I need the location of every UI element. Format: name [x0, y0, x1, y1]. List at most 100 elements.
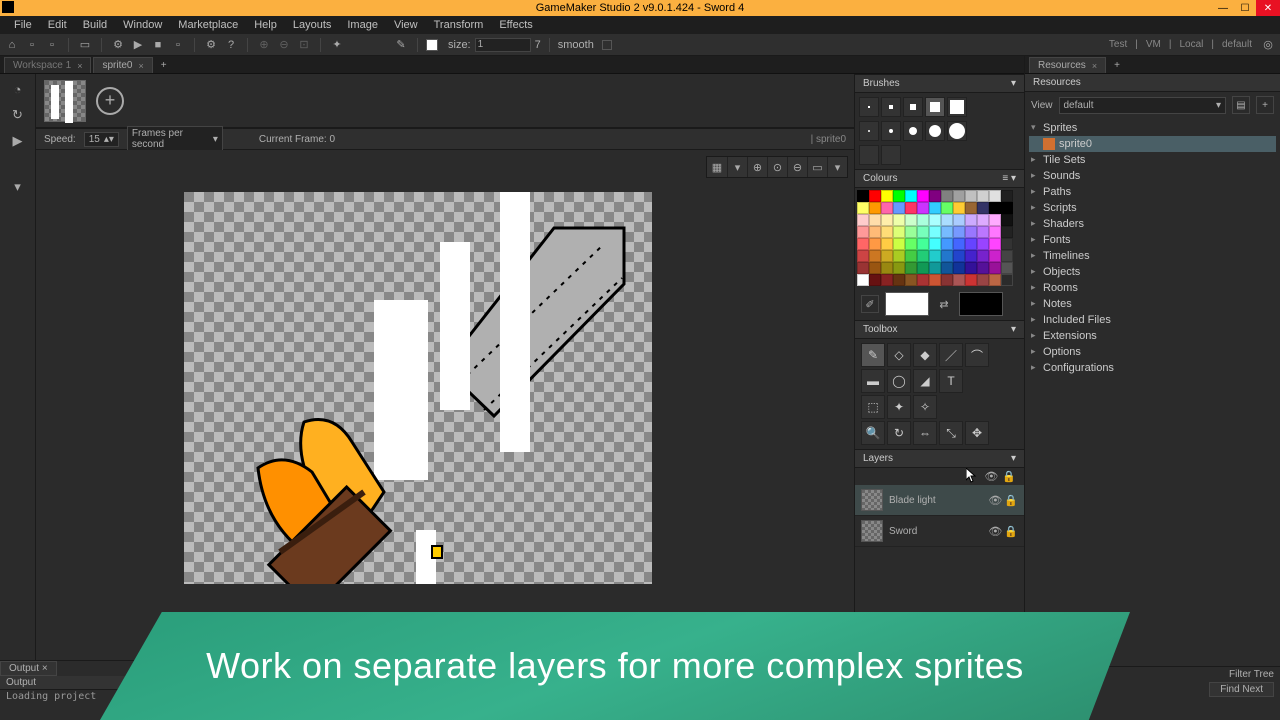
colour-swatch[interactable]: [941, 190, 953, 202]
colour-swatch[interactable]: [857, 274, 869, 286]
layers-header[interactable]: Layers▾: [855, 449, 1024, 468]
colour-swatch[interactable]: [989, 214, 1001, 226]
tab-sprite[interactable]: sprite0×: [93, 57, 152, 73]
colour-swatch[interactable]: [869, 250, 881, 262]
close-icon[interactable]: ×: [138, 61, 143, 71]
lock-icon[interactable]: 🔒: [1002, 470, 1016, 483]
colour-swatch[interactable]: [1001, 274, 1013, 286]
brush[interactable]: [859, 97, 879, 117]
chevron-down-icon[interactable]: ▾: [1011, 324, 1016, 335]
find-next-button[interactable]: Find Next: [1209, 682, 1274, 697]
menu-layouts[interactable]: Layouts: [285, 17, 340, 33]
eyedropper-icon[interactable]: ✐: [861, 295, 879, 313]
colour-swatch[interactable]: [953, 202, 965, 214]
colour-swatch[interactable]: [977, 226, 989, 238]
menu-image[interactable]: Image: [339, 17, 386, 33]
play-icon[interactable]: ▶: [130, 37, 146, 53]
colour-swatch[interactable]: [953, 262, 965, 274]
clean-icon[interactable]: ▫: [170, 37, 186, 53]
view-list-icon[interactable]: ▤: [1232, 96, 1250, 114]
rotate-tool[interactable]: ↻: [887, 421, 911, 445]
sprite-canvas[interactable]: [184, 192, 652, 584]
zoom-tool[interactable]: 🔍: [861, 421, 885, 445]
chevron-down-icon[interactable]: ▾: [9, 178, 27, 196]
colour-swatch[interactable]: [893, 190, 905, 202]
colour-swatch[interactable]: [917, 250, 929, 262]
colour-swatch[interactable]: [941, 262, 953, 274]
target-icon[interactable]: ◎: [1260, 37, 1276, 53]
colour-swatch[interactable]: [893, 214, 905, 226]
minimize-button[interactable]: —: [1212, 0, 1234, 16]
colour-swatch[interactable]: [977, 202, 989, 214]
open-icon[interactable]: ▫: [44, 37, 60, 53]
colour-swatch[interactable]: [953, 250, 965, 262]
menu-help[interactable]: Help: [246, 17, 285, 33]
colour-swatch[interactable]: [905, 190, 917, 202]
colour-swatch[interactable]: [917, 214, 929, 226]
menu-icon[interactable]: ≡: [1002, 173, 1008, 184]
tree-node[interactable]: Rooms: [1029, 280, 1276, 296]
colour-swatch[interactable]: [929, 262, 941, 274]
colour-swatch[interactable]: [941, 274, 953, 286]
eye-icon[interactable]: 👁: [988, 494, 1002, 507]
brush[interactable]: [903, 121, 923, 141]
colour-swatch[interactable]: [977, 190, 989, 202]
tab-resources[interactable]: Resources×: [1029, 57, 1106, 73]
colours-header[interactable]: Colours≡ ▾: [855, 169, 1024, 188]
add-resource-button[interactable]: +: [1256, 96, 1274, 114]
tree-node[interactable]: Extensions: [1029, 328, 1276, 344]
output-tab[interactable]: Output ×: [0, 661, 57, 676]
zoom-reset-icon[interactable]: ⊙: [767, 157, 787, 177]
lock-icon[interactable]: 🔒: [1004, 525, 1018, 538]
tree-node[interactable]: Notes: [1029, 296, 1276, 312]
colour-swatch[interactable]: [929, 226, 941, 238]
tree-node[interactable]: Shaders: [1029, 216, 1276, 232]
colour-swatch[interactable]: [857, 202, 869, 214]
colour-swatch[interactable]: [869, 238, 881, 250]
brush[interactable]: [925, 97, 945, 117]
colour-swatch[interactable]: [953, 226, 965, 238]
maximize-button[interactable]: ☐: [1234, 0, 1256, 16]
chevron-down-icon[interactable]: ▾: [1011, 453, 1016, 464]
brush[interactable]: [881, 121, 901, 141]
chevron-down-icon[interactable]: ▾: [1011, 173, 1016, 184]
colour-swatch[interactable]: [989, 262, 1001, 274]
colour-swatch[interactable]: [893, 262, 905, 274]
colour-swatch[interactable]: [977, 262, 989, 274]
add-frame-button[interactable]: +: [96, 87, 124, 115]
cfg-local[interactable]: Local: [1179, 39, 1203, 50]
colour-swatch[interactable]: [857, 238, 869, 250]
colour-swatch[interactable]: [929, 202, 941, 214]
canvas-area[interactable]: ▦ ▾ ⊕ ⊙ ⊖ ▭ ▾: [36, 150, 854, 686]
close-icon[interactable]: ×: [1092, 61, 1097, 71]
colour-swatch[interactable]: [881, 190, 893, 202]
colour-swatch[interactable]: [977, 238, 989, 250]
colour-swatch[interactable]: [905, 214, 917, 226]
colour-swatch[interactable]: [893, 250, 905, 262]
line-tool[interactable]: ／: [939, 343, 963, 367]
cfg-default[interactable]: default: [1222, 39, 1252, 50]
colour-swatch[interactable]: [965, 226, 977, 238]
tree-node[interactable]: Included Files: [1029, 312, 1276, 328]
tree-node[interactable]: Fonts: [1029, 232, 1276, 248]
new-tab-button[interactable]: +: [155, 58, 173, 73]
colour-swatch[interactable]: [1001, 250, 1013, 262]
colour-swatch[interactable]: [893, 238, 905, 250]
colour-swatch[interactable]: [857, 214, 869, 226]
brush[interactable]: [881, 97, 901, 117]
stop-icon[interactable]: ■: [150, 37, 166, 53]
colour-swatch[interactable]: [941, 214, 953, 226]
tree-node[interactable]: Scripts: [1029, 200, 1276, 216]
colour-swatch[interactable]: [953, 274, 965, 286]
brush[interactable]: [947, 121, 967, 141]
colour-swatch[interactable]: [941, 226, 953, 238]
text-tool[interactable]: T: [939, 369, 963, 393]
colour-swatch[interactable]: [965, 274, 977, 286]
colour-swatch[interactable]: [929, 250, 941, 262]
colour-swatch[interactable]: [881, 226, 893, 238]
close-icon[interactable]: ×: [77, 61, 82, 71]
brush[interactable]: [925, 121, 945, 141]
colour-swatch[interactable]: [929, 238, 941, 250]
colour-swatch[interactable]: [917, 202, 929, 214]
colour-swatch[interactable]: [1001, 190, 1013, 202]
